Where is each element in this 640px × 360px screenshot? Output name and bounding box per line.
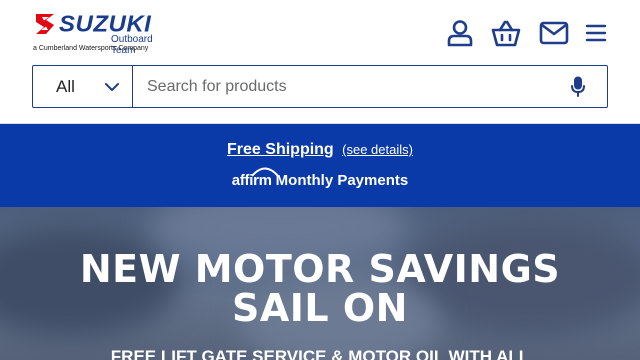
site-header: SUZUKI Outboard Team a Cumberland Waters…: [0, 0, 640, 124]
search-bar: All: [32, 65, 608, 108]
menu-icon: [585, 24, 607, 42]
search-input[interactable]: [133, 66, 549, 107]
mail-icon: [539, 21, 569, 45]
logo-tagline: a Cumberland Watersports Company: [33, 45, 149, 52]
hero-subtitle: FREE LIFT GATE SERVICE & MOTOR OIL WITH …: [110, 347, 530, 360]
suzuki-logo[interactable]: SUZUKI Outboard Team a Cumberland Waters…: [32, 12, 177, 56]
free-shipping-link[interactable]: Free Shipping: [227, 141, 334, 158]
chevron-down-icon: [105, 82, 119, 91]
promo-financing-line[interactable]: affirm Monthly Payments: [0, 167, 640, 189]
contact-button[interactable]: [539, 18, 569, 48]
affirm-logo: affirm: [232, 167, 279, 189]
hero-title-line2: SAIL ON: [232, 286, 408, 330]
hero-title-line1: NEW MOTOR SAVINGS: [79, 247, 561, 291]
microphone-icon: [571, 76, 585, 97]
basket-icon: [491, 20, 521, 47]
promo-banner: Free Shipping (see details) affirm Month…: [0, 124, 640, 207]
see-details-link[interactable]: (see details): [342, 142, 413, 157]
menu-button[interactable]: [581, 18, 611, 48]
search-category-value: All: [56, 76, 75, 96]
user-icon: [447, 20, 473, 47]
search-category-select[interactable]: All: [33, 66, 133, 107]
account-button[interactable]: [445, 18, 475, 48]
voice-search-button[interactable]: [549, 66, 607, 107]
promo-shipping-line: Free Shipping (see details): [0, 141, 640, 159]
hero-banner[interactable]: NEW MOTOR SAVINGS SAIL ON FREE LIFT GATE…: [0, 207, 640, 360]
monthly-payments-text: Monthly Payments: [275, 172, 409, 189]
cart-button[interactable]: [491, 18, 521, 48]
affirm-arc-icon: [251, 167, 279, 177]
suzuki-s-mark-icon: [36, 14, 54, 34]
